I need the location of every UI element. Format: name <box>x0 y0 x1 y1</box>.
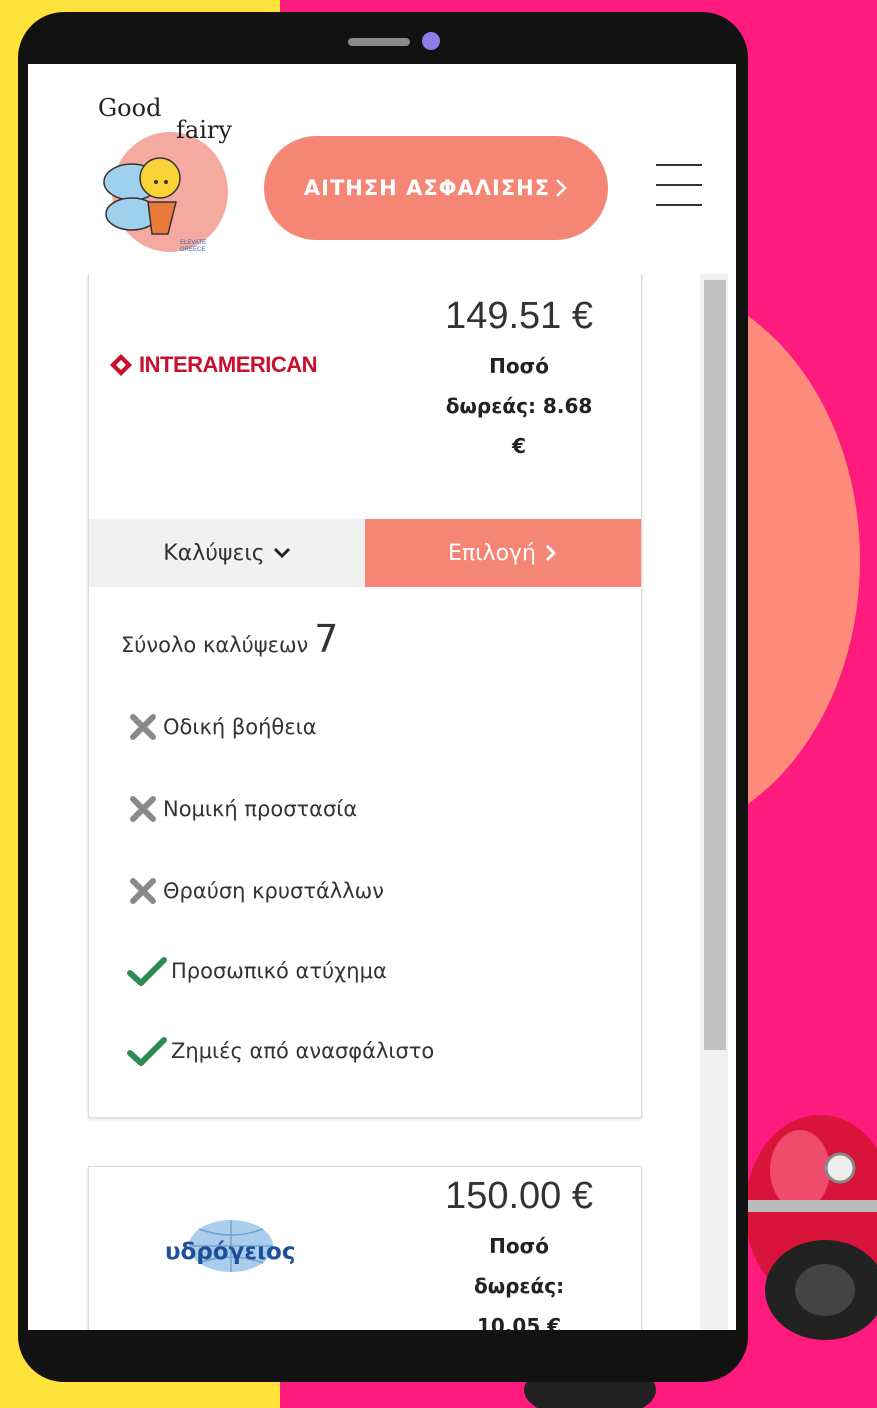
good-fairy-logo[interactable]: Good fairy ELEVATE GREECE <box>82 94 262 274</box>
hydrogeios-logo: υδρόγειος <box>161 1219 301 1273</box>
phone-frame: Good fairy ELEVATE GREECE ΑΙΤΗΣΗ ΑΣΦΑΛΙΣ… <box>18 12 748 1382</box>
chevron-right-icon <box>556 179 567 197</box>
phone-speaker <box>348 38 410 46</box>
offer-actions: Καλύψεις Επιλογή <box>89 519 641 587</box>
coverage-label: Θραύση κρυστάλλων <box>163 879 384 903</box>
check-icon <box>127 957 167 986</box>
price-value: 149.51 € <box>445 295 593 337</box>
cross-icon <box>130 796 156 822</box>
scrollbar[interactable] <box>700 274 728 1330</box>
coverage-label: Ζημιές από ανασφάλιστο <box>171 1039 435 1063</box>
interamerican-mark-icon <box>110 354 132 376</box>
cross-icon <box>130 878 156 904</box>
scrollbar-thumb[interactable] <box>704 280 726 1050</box>
total-label: Σύνολο καλύψεων <box>121 633 309 657</box>
coverage-item: Ζημιές από ανασφάλιστο <box>127 1033 434 1069</box>
coverage-item: Προσωπικό ατύχημα <box>127 953 387 989</box>
donation-line1: Ποσό <box>489 354 549 378</box>
hamburger-icon[interactable] <box>656 164 702 208</box>
coverage-label: Νομική προστασία <box>163 797 358 821</box>
chevron-down-icon <box>273 547 290 559</box>
coverage-label: Οδική βοήθεια <box>163 715 317 739</box>
donation-line3: 10.05 € <box>476 1314 562 1330</box>
phone-screen: Good fairy ELEVATE GREECE ΑΙΤΗΣΗ ΑΣΦΑΛΙΣ… <box>28 64 736 1330</box>
coverage-item: Νομική προστασία <box>127 791 357 827</box>
interamerican-logo: INTERAMERICAN <box>109 352 318 378</box>
select-offer-button[interactable]: Επιλογή <box>365 519 641 587</box>
coverage-item: Οδική βοήθεια <box>127 709 317 745</box>
coverage-total: Σύνολο καλύψεων 7 <box>121 617 338 661</box>
donation-line2: δωρεάς: 8.68 <box>445 394 593 418</box>
site-header: Good fairy ELEVATE GREECE ΑΙΤΗΣΗ ΑΣΦΑΛΙΣ… <box>28 64 736 274</box>
price-block: 149.51 € Ποσό δωρεάς: 8.68 € <box>445 295 593 466</box>
donation-line2: δωρεάς: <box>473 1274 565 1298</box>
insurance-application-button[interactable]: ΑΙΤΗΣΗ ΑΣΦΑΛΙΣΗΣ <box>264 136 608 240</box>
coverage-item: Θραύση κρυστάλλων <box>127 873 384 909</box>
offer-card: INTERAMERICAN 149.51 € Ποσό δωρεάς: 8.68… <box>88 274 642 1118</box>
phone-camera <box>422 32 440 50</box>
offers-list[interactable]: INTERAMERICAN 149.51 € Ποσό δωρεάς: 8.68… <box>28 274 736 1330</box>
price-block: 150.00 € Ποσό δωρεάς: 10.05 € <box>445 1175 593 1330</box>
coverages-toggle-button[interactable]: Καλύψεις <box>89 519 365 587</box>
badge-line2: GREECE <box>180 247 206 253</box>
insurer-name: υδρόγειος <box>165 1239 296 1265</box>
total-count: 7 <box>314 617 339 661</box>
logo-text-good: Good <box>98 94 162 122</box>
offer-card: υδρόγειος 150.00 € Ποσό δωρεάς: 10.05 € <box>88 1166 642 1330</box>
price-value: 150.00 € <box>445 1175 593 1217</box>
logo-text-fairy: fairy <box>176 116 232 144</box>
cross-icon <box>130 714 156 740</box>
insurer-name: INTERAMERICAN <box>139 352 318 377</box>
fairy-illustration <box>103 157 181 235</box>
car-illustration <box>730 1115 877 1340</box>
elevate-greece-badge: ELEVATE GREECE <box>180 240 206 254</box>
select-label: Επιλογή <box>447 540 537 566</box>
check-icon <box>127 1037 167 1066</box>
donation-line1: Ποσό <box>489 1234 549 1258</box>
badge-line1: ELEVATE <box>180 240 207 246</box>
cta-label: ΑΙΤΗΣΗ ΑΣΦΑΛΙΣΗΣ <box>303 176 551 200</box>
chevron-right-icon <box>545 544 557 562</box>
coverage-label: Προσωπικό ατύχημα <box>171 959 387 983</box>
donation-line3: € <box>512 434 526 458</box>
coverages-label: Καλύψεις <box>163 540 265 566</box>
